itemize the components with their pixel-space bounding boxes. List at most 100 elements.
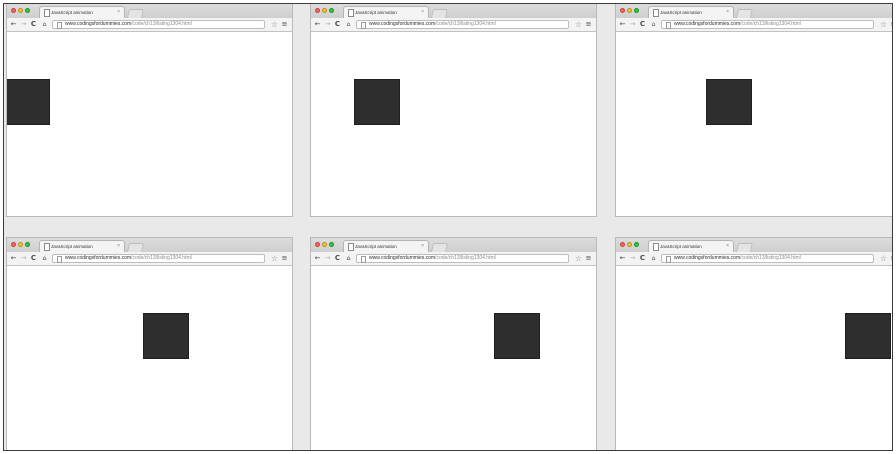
zoom-window-button[interactable] (634, 8, 639, 13)
url-path: /code/ch13/listing1304.html (740, 21, 801, 27)
browser-window-1: JavaScript animation × ← → C ⌂ www.codin… (6, 4, 293, 217)
window-controls (11, 242, 30, 248)
animated-box (706, 79, 752, 125)
home-icon[interactable]: ⌂ (40, 18, 49, 31)
url-text: www.codingsfordummies.com/code/ch13/list… (369, 255, 496, 262)
page-icon (57, 256, 62, 263)
forward-icon[interactable]: → (323, 252, 332, 265)
address-bar[interactable]: www.codingsfordummies.com/code/ch13/list… (52, 254, 265, 263)
zoom-window-button[interactable] (329, 8, 334, 13)
menu-icon[interactable]: ≡ (584, 252, 593, 265)
back-icon[interactable]: ← (618, 18, 627, 31)
animated-box (845, 313, 891, 359)
tab-bar: JavaScript animation × (7, 4, 292, 18)
window-controls (620, 8, 639, 14)
tab-close-icon[interactable]: × (117, 8, 120, 17)
back-icon[interactable]: ← (313, 18, 322, 31)
browser-tab[interactable]: JavaScript animation × (39, 6, 125, 18)
bookmark-star-icon[interactable]: ☆ (574, 18, 583, 31)
forward-icon[interactable]: → (19, 18, 28, 31)
back-icon[interactable]: ← (313, 252, 322, 265)
window-controls (315, 242, 334, 248)
minimize-window-button[interactable] (18, 242, 23, 247)
minimize-window-button[interactable] (627, 8, 632, 13)
minimize-window-button[interactable] (322, 8, 327, 13)
address-bar[interactable]: www.codingsfordummies.com/code/ch13/list… (356, 254, 569, 263)
minimize-window-button[interactable] (627, 242, 632, 247)
zoom-window-button[interactable] (25, 8, 30, 13)
new-tab-button[interactable] (736, 9, 753, 18)
menu-icon[interactable]: ≡ (280, 18, 289, 31)
browser-tab[interactable]: JavaScript animation × (343, 240, 429, 252)
tab-close-icon[interactable]: × (726, 242, 729, 251)
browser-window-6: JavaScript animation × ← → C ⌂ www.codin… (615, 237, 892, 450)
forward-icon[interactable]: → (19, 252, 28, 265)
page-icon (666, 22, 671, 29)
new-tab-button[interactable] (431, 243, 448, 252)
reload-icon[interactable]: C (333, 252, 342, 265)
close-window-button[interactable] (315, 8, 320, 13)
animated-box (7, 79, 50, 125)
address-bar[interactable]: www.codingsfordummies.com/code/ch13/list… (52, 20, 265, 29)
url-path: /code/ch13/listing1304.html (435, 21, 496, 27)
reload-icon[interactable]: C (29, 252, 38, 265)
forward-icon[interactable]: → (323, 18, 332, 31)
close-window-button[interactable] (620, 242, 625, 247)
bookmark-star-icon[interactable]: ☆ (879, 252, 888, 265)
bookmark-star-icon[interactable]: ☆ (270, 252, 279, 265)
back-icon[interactable]: ← (9, 18, 18, 31)
home-icon[interactable]: ⌂ (344, 18, 353, 31)
menu-icon[interactable]: ≡ (889, 252, 892, 265)
back-icon[interactable]: ← (618, 252, 627, 265)
forward-icon[interactable]: → (628, 252, 637, 265)
minimize-window-button[interactable] (322, 242, 327, 247)
new-tab-button[interactable] (736, 243, 753, 252)
minimize-window-button[interactable] (18, 8, 23, 13)
reload-icon[interactable]: C (638, 252, 647, 265)
page-icon (653, 9, 659, 17)
new-tab-button[interactable] (127, 9, 144, 18)
new-tab-button[interactable] (431, 9, 448, 18)
home-icon[interactable]: ⌂ (649, 18, 658, 31)
bookmark-star-icon[interactable]: ☆ (879, 18, 888, 31)
menu-icon[interactable]: ≡ (280, 252, 289, 265)
browser-tab[interactable]: JavaScript animation × (648, 6, 734, 18)
browser-tab[interactable]: JavaScript animation × (343, 6, 429, 18)
close-window-button[interactable] (620, 8, 625, 13)
bookmark-star-icon[interactable]: ☆ (574, 252, 583, 265)
reload-icon[interactable]: C (638, 18, 647, 31)
new-tab-button[interactable] (127, 243, 144, 252)
page-viewport (7, 32, 292, 216)
home-icon[interactable]: ⌂ (40, 252, 49, 265)
close-window-button[interactable] (11, 242, 16, 247)
forward-icon[interactable]: → (628, 18, 637, 31)
animated-box (494, 313, 540, 359)
tab-close-icon[interactable]: × (726, 8, 729, 17)
url-path: /code/ch13/listing1304.html (435, 255, 496, 261)
close-window-button[interactable] (315, 242, 320, 247)
address-bar[interactable]: www.codingsfordummies.com/code/ch13/list… (356, 20, 569, 29)
tab-close-icon[interactable]: × (421, 8, 424, 17)
menu-icon[interactable]: ≡ (584, 18, 593, 31)
address-bar[interactable]: www.codingsfordummies.com/code/ch13/list… (661, 20, 874, 29)
tab-close-icon[interactable]: × (117, 242, 120, 251)
address-bar[interactable]: www.codingsfordummies.com/code/ch13/list… (661, 254, 874, 263)
reload-icon[interactable]: C (333, 18, 342, 31)
browser-window-3: JavaScript animation × ← → C ⌂ www.codin… (615, 4, 892, 217)
menu-icon[interactable]: ≡ (889, 18, 892, 31)
bookmark-star-icon[interactable]: ☆ (270, 18, 279, 31)
page-icon (348, 243, 354, 251)
browser-tab[interactable]: JavaScript animation × (648, 240, 734, 252)
home-icon[interactable]: ⌂ (649, 252, 658, 265)
tab-close-icon[interactable]: × (421, 242, 424, 251)
zoom-window-button[interactable] (634, 242, 639, 247)
home-icon[interactable]: ⌂ (344, 252, 353, 265)
browser-tab[interactable]: JavaScript animation × (39, 240, 125, 252)
close-window-button[interactable] (11, 8, 16, 13)
back-icon[interactable]: ← (9, 252, 18, 265)
browser-window-4: JavaScript animation × ← → C ⌂ www.codin… (6, 237, 293, 450)
reload-icon[interactable]: C (29, 18, 38, 31)
zoom-window-button[interactable] (25, 242, 30, 247)
url-path: /code/ch13/listing1304.html (740, 255, 801, 261)
zoom-window-button[interactable] (329, 242, 334, 247)
